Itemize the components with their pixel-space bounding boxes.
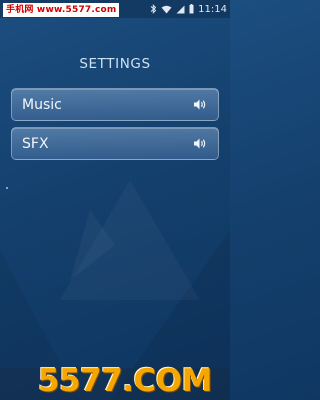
status-time: 11:14 — [198, 3, 227, 15]
page-title: SETTINGS — [79, 56, 151, 72]
music-setting-row[interactable]: Music — [11, 88, 219, 121]
wifi-icon — [161, 5, 172, 13]
battery-icon — [189, 4, 194, 14]
speaker-icon[interactable] — [193, 98, 208, 111]
sfx-setting-row[interactable]: SFX — [11, 127, 219, 160]
signal-icon — [176, 5, 185, 13]
status-icons: 11:14 — [150, 2, 227, 16]
watermark-bottom: 5577.COM — [38, 363, 213, 399]
sfx-label: SFX — [22, 135, 49, 152]
speaker-icon[interactable] — [193, 137, 208, 150]
background-dot — [6, 187, 8, 189]
music-label: Music — [22, 96, 62, 113]
watermark-top: 手机网 www.5577.com — [3, 3, 120, 17]
bluetooth-icon — [150, 4, 157, 14]
